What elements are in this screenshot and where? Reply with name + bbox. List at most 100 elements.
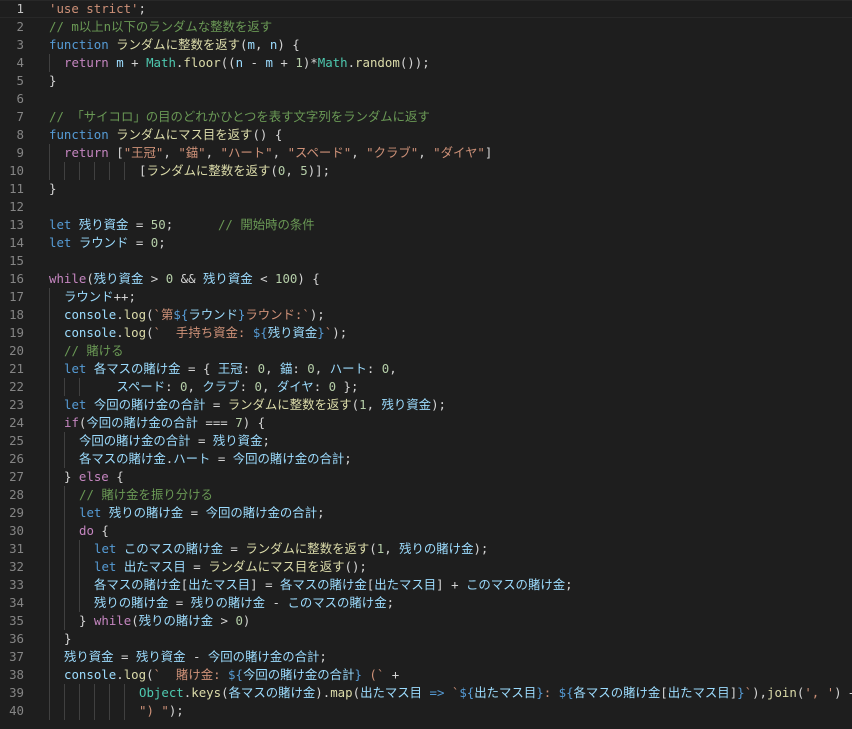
code-token: 残りの賭け金 — [94, 595, 169, 610]
code-line[interactable]: // 賭け金を振り分ける — [49, 486, 852, 504]
code-line[interactable]: let このマスの賭け金 = ランダムに整数を返す(1, 残りの賭け金); — [49, 540, 852, 558]
code-token: : — [366, 361, 382, 376]
code-area[interactable]: 'use strict';// m以上n以下のランダムな整数を返す functio… — [0, 0, 852, 720]
code-line[interactable] — [49, 90, 852, 108]
indent-guide — [64, 576, 79, 594]
code-token: "ハート" — [220, 145, 273, 160]
code-line[interactable]: // 「サイコロ」の目のどれかひとつを表す文字列をランダムに返す — [49, 108, 852, 126]
code-token: let — [94, 559, 124, 574]
code-token: ()); — [399, 55, 430, 70]
code-line[interactable]: 残りの賭け金 = 残りの賭け金 - このマスの賭け金; — [49, 594, 852, 612]
code-line[interactable] — [49, 252, 852, 270]
code-line[interactable]: 今回の賭け金の合計 = 残り資金; — [49, 432, 852, 450]
code-line[interactable]: } while(残りの賭け金 > 0) — [49, 612, 852, 630]
code-token: && — [173, 271, 204, 286]
code-token: ; — [386, 595, 395, 610]
code-token: 今回の賭け金の合計 — [242, 667, 355, 682]
code-token: = — [183, 505, 206, 520]
code-line[interactable]: do { — [49, 522, 852, 540]
code-token: while — [49, 271, 87, 286]
code-line[interactable]: 残り資金 = 残り資金 - 今回の賭け金の合計; — [49, 648, 852, 666]
code-line[interactable]: let 出たマス目 = ランダムにマス目を返す(); — [49, 558, 852, 576]
code-line[interactable]: function ランダムに整数を返す(m, n) { — [49, 36, 852, 54]
code-line[interactable]: スペード: 0, クラブ: 0, ダイヤ: 0 }; — [49, 378, 852, 396]
code-line[interactable]: console.log(`第${ラウンド}ラウンド:`); — [49, 306, 852, 324]
code-token: 錨 — [279, 361, 293, 376]
code-token: : — [165, 379, 181, 394]
code-token: 今回の賭け金の合計 — [232, 451, 345, 466]
code-token: , — [261, 379, 277, 394]
code-token: ) { — [242, 415, 266, 430]
code-token: ランダムに整数を返す — [227, 397, 352, 412]
code-token: )* — [302, 55, 318, 70]
code-line[interactable]: // m以上n以下のランダムな整数を返す — [49, 18, 852, 36]
line-number: 11 — [9, 181, 24, 196]
code-line[interactable]: [ランダムに整数を返す(0, 5)]; — [49, 162, 852, 180]
code-line[interactable]: } — [49, 72, 852, 90]
line-number: 30 — [9, 523, 24, 538]
indent-guide — [94, 162, 109, 180]
code-line[interactable]: let 残り資金 = 50; // 開始時の条件 — [49, 216, 852, 234]
code-line[interactable]: } — [49, 630, 852, 648]
line-number: 23 — [9, 397, 24, 412]
code-line[interactable]: console.log(` 賭け金: ${今回の賭け金の合計} (` + — [49, 666, 852, 684]
code-line[interactable]: while(残り資金 > 0 && 残り資金 < 100) { — [49, 270, 852, 288]
code-token: ${ — [173, 307, 189, 322]
code-line[interactable]: let 残りの賭け金 = 今回の賭け金の合計; — [49, 504, 852, 522]
code-token: } — [354, 667, 362, 682]
code-line[interactable]: 各マスの賭け金[出たマス目] = 各マスの賭け金[出たマス目] + このマスの賭… — [49, 576, 852, 594]
code-token: === — [197, 415, 236, 430]
code-token: ), — [752, 685, 768, 700]
code-token: 残り資金 — [78, 217, 129, 232]
line-number: 28 — [9, 487, 24, 502]
code-line[interactable]: console.log(` 手持ち資金: ${残り資金}`); — [49, 324, 852, 342]
code-token: ++; — [113, 289, 136, 304]
code-token: ) + — [834, 685, 852, 700]
code-token: 残りの賭け金 — [108, 505, 184, 520]
code-editor[interactable]: 1 2 3 4 5 6 7 8 9 10 11 12 13 14 15 16 17 18 19 20 21 22 23 24 2… — [0, 0, 852, 729]
line-number: 25 — [9, 433, 24, 448]
code-line[interactable]: let 各マスの賭け金 = { 王冠: 0, 錨: 0, ハート: 0, — [49, 360, 852, 378]
line-number: 8 — [16, 127, 24, 142]
indent-guide — [79, 684, 94, 702]
code-token: ` 手持ち資金: — [153, 325, 253, 340]
code-token: "クラブ" — [366, 145, 419, 160]
code-line[interactable]: return ["王冠", "錨", "ハート", "スペード", "クラブ",… — [49, 144, 852, 162]
code-line[interactable]: ") "); — [49, 702, 852, 720]
code-token: 今回の賭け金の合計 — [86, 415, 198, 430]
code-line[interactable]: } — [49, 180, 852, 198]
code-line[interactable]: let ラウンド = 0; — [49, 234, 852, 252]
code-token: () { — [252, 127, 283, 142]
line-number: 40 — [9, 703, 24, 718]
line-number: 24 — [9, 415, 24, 430]
code-line[interactable]: let 今回の賭け金の合計 = ランダムに整数を返す(1, 残り資金); — [49, 396, 852, 414]
code-token: 'use strict' — [49, 1, 139, 16]
code-line[interactable]: ラウンド++; — [49, 288, 852, 306]
code-line[interactable]: 各マスの賭け金.ハート = 今回の賭け金の合計; — [49, 450, 852, 468]
code-token: 50 — [150, 217, 166, 232]
code-token: : — [242, 361, 258, 376]
code-token: 各マスの賭け金 — [93, 361, 181, 376]
code-line[interactable]: } else { — [49, 468, 852, 486]
code-line[interactable]: Object.keys(各マスの賭け金).map(出たマス目 => `${出たマ… — [49, 684, 852, 702]
code-line[interactable]: return m + Math.floor((n - m + 1)*Math.r… — [49, 54, 852, 72]
code-token: n — [235, 55, 244, 70]
code-token: ` — [744, 685, 753, 700]
indent-guide — [109, 162, 124, 180]
line-number: 19 — [9, 325, 24, 340]
code-line[interactable]: function ランダムにマス目を返す() { — [49, 126, 852, 144]
code-line[interactable]: if(今回の賭け金の合計 === 7) { — [49, 414, 852, 432]
line-number: 18 — [9, 307, 24, 322]
code-token: = — [185, 559, 209, 574]
indent-guide — [79, 576, 94, 594]
line-number: 33 — [9, 577, 24, 592]
code-token: - — [265, 595, 288, 610]
code-line[interactable] — [49, 198, 852, 216]
code-token: = — [128, 217, 151, 232]
code-token: "スペード" — [287, 145, 352, 160]
code-token: ); — [431, 397, 446, 412]
code-token: // 「サイコロ」の目のどれかひとつを表す文字列をランダムに返す — [49, 109, 430, 124]
code-line[interactable]: // 賭ける — [49, 342, 852, 360]
code-line[interactable]: 'use strict'; — [0, 0, 852, 18]
